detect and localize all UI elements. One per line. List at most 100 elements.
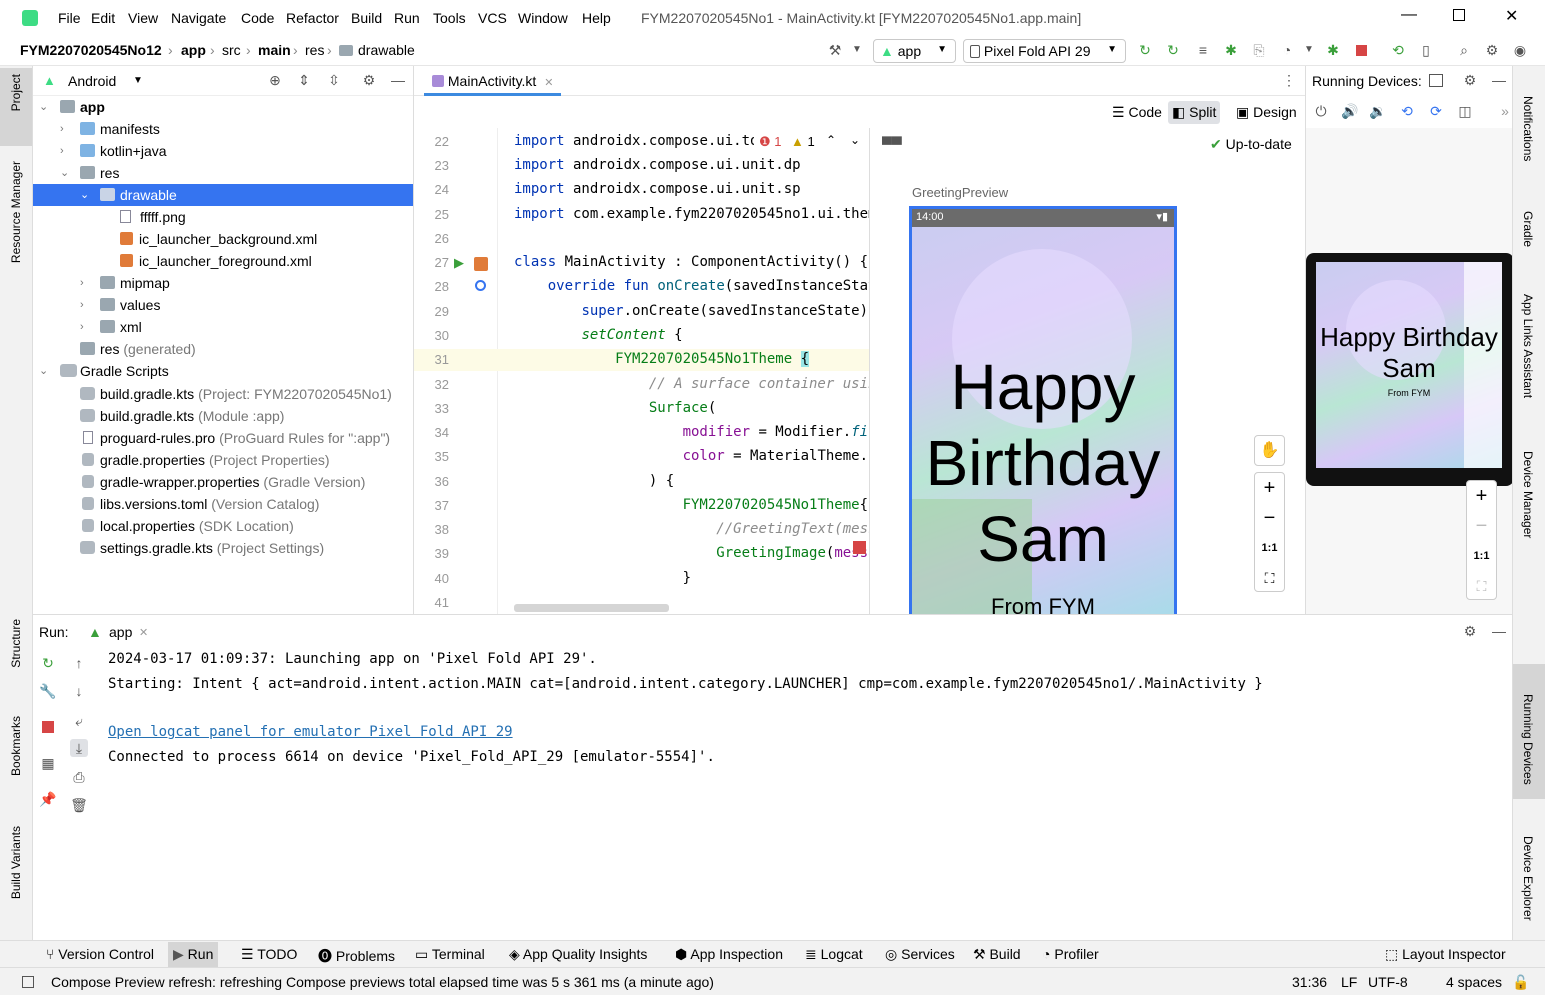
- tree-item[interactable]: libs.versions.toml (Version Catalog): [33, 493, 413, 515]
- tab-device-manager[interactable]: Device Manager: [1521, 451, 1535, 538]
- tree-item[interactable]: settings.gradle.kts (Project Settings): [33, 537, 413, 559]
- menu-code[interactable]: Code: [241, 10, 274, 26]
- horizontal-scrollbar[interactable]: [514, 604, 669, 612]
- add-device-icon[interactable]: [1429, 74, 1443, 87]
- rerun-icon[interactable]: ↻: [39, 654, 57, 672]
- split-view-button[interactable]: ◧ Split: [1168, 101, 1221, 124]
- sync-gradle-icon[interactable]: ⟲: [1389, 41, 1407, 59]
- account-icon[interactable]: ◉: [1511, 41, 1529, 59]
- hide-icon[interactable]: —: [1490, 71, 1508, 89]
- menu-help[interactable]: Help: [582, 10, 611, 26]
- chevron-down-icon[interactable]: ▼: [133, 75, 143, 86]
- menu-tools[interactable]: Tools: [433, 10, 466, 26]
- expand-all-icon[interactable]: ⇕: [295, 71, 313, 89]
- tab-app-inspection[interactable]: ⬢ App Inspection: [675, 946, 783, 963]
- tab-app-links-assistant[interactable]: App Links Assistant: [1521, 294, 1535, 398]
- power-icon[interactable]: ⏻: [1312, 102, 1330, 120]
- tree-item[interactable]: proguard-rules.pro (ProGuard Rules for "…: [33, 427, 413, 449]
- tab-gradle[interactable]: Gradle: [1521, 211, 1535, 247]
- breadcrumb-res[interactable]: res: [305, 42, 324, 58]
- tree-item[interactable]: ⌄ Gradle Scripts: [33, 360, 413, 382]
- tab-device-explorer[interactable]: Device Explorer: [1521, 836, 1535, 921]
- tab-version-control[interactable]: ⑂ Version Control: [46, 946, 154, 962]
- preview-device[interactable]: 14:00 ▾▮ Happy Birthday Sam From FYM: [909, 206, 1177, 614]
- tab-project[interactable]: Project: [9, 74, 23, 111]
- hide-icon[interactable]: —: [389, 71, 407, 89]
- menu-run[interactable]: Run: [394, 10, 420, 26]
- hide-icon[interactable]: —: [1490, 622, 1508, 640]
- menu-file[interactable]: File: [58, 10, 81, 26]
- tab-build[interactable]: ⚒ Build: [973, 946, 1021, 963]
- device-select[interactable]: Pixel Fold API 29 ▼: [963, 39, 1126, 63]
- tab-todo[interactable]: ☰ TODO: [241, 946, 297, 963]
- locate-icon[interactable]: ⊕: [266, 71, 284, 89]
- rotate-right-icon[interactable]: ⟳: [1427, 102, 1445, 120]
- zoom-in-icon[interactable]: +: [1467, 481, 1496, 511]
- caret-position[interactable]: 31:36: [1292, 974, 1327, 990]
- chevron-down-icon[interactable]: ▼: [848, 41, 866, 59]
- tree-item[interactable]: build.gradle.kts (Project: FYM2207020545…: [33, 383, 413, 405]
- error-count[interactable]: ❶ 1: [759, 134, 782, 150]
- menu-window[interactable]: Window: [518, 10, 568, 26]
- tab-layout-inspector[interactable]: ⬚ Layout Inspector: [1385, 946, 1506, 963]
- settings-icon[interactable]: ⚙: [1483, 41, 1501, 59]
- attach-icon[interactable]: ⎘: [1250, 41, 1268, 59]
- tab-mainactivity[interactable]: MainActivity.kt ✕: [424, 66, 562, 96]
- breadcrumb-src[interactable]: src: [222, 42, 241, 58]
- tree-item[interactable]: res (generated): [33, 338, 413, 360]
- emulator-screen[interactable]: Happy Birthday Sam From FYM: [1316, 262, 1502, 468]
- profile-icon[interactable]: ◔: [1278, 41, 1296, 59]
- tree-item[interactable]: fffff.png: [33, 206, 413, 228]
- scroll-to-end-icon[interactable]: ⤓: [70, 739, 88, 757]
- design-view-button[interactable]: ▣ Design: [1232, 101, 1301, 124]
- tab-build-variants[interactable]: Build Variants: [9, 826, 23, 899]
- file-encoding[interactable]: UTF-8: [1368, 974, 1408, 990]
- settings-icon[interactable]: ⚙: [1461, 71, 1479, 89]
- compose-preview-gutter-icon[interactable]: [474, 257, 488, 271]
- next-highlight-icon[interactable]: ⌄: [850, 133, 860, 147]
- tree-item[interactable]: › mipmap: [33, 272, 413, 294]
- override-gutter-icon[interactable]: [475, 280, 486, 291]
- breadcrumb-drawable[interactable]: drawable: [358, 42, 415, 58]
- tree-item[interactable]: ic_launcher_foreground.xml: [33, 250, 413, 272]
- error-marker[interactable]: [853, 541, 866, 554]
- volume-up-icon[interactable]: 🔊: [1341, 102, 1359, 120]
- menu-view[interactable]: View: [128, 10, 158, 26]
- tab-terminal[interactable]: ▭ Terminal: [415, 946, 485, 963]
- tab-problems[interactable]: ⓿ Problems: [318, 946, 395, 966]
- breadcrumb-main[interactable]: main: [258, 42, 291, 58]
- close-tab-icon[interactable]: ✕: [544, 77, 553, 89]
- menu-build[interactable]: Build: [351, 10, 382, 26]
- tree-item[interactable]: › manifests: [33, 118, 413, 140]
- tab-resource-manager[interactable]: Resource Manager: [9, 161, 23, 263]
- tree-item[interactable]: ⌄ app: [33, 96, 413, 118]
- close-icon[interactable]: ✕: [1505, 6, 1518, 26]
- up-icon[interactable]: ↑: [70, 654, 88, 672]
- device-manager-icon[interactable]: ▯: [1417, 41, 1435, 59]
- tree-item[interactable]: gradle.properties (Project Properties): [33, 449, 413, 471]
- run-gutter-icon[interactable]: ▶: [454, 255, 464, 271]
- tree-item-selected[interactable]: ⌄ drawable: [33, 184, 413, 206]
- zoom-fit-icon[interactable]: ⛶: [1467, 571, 1496, 601]
- zoom-in-icon[interactable]: +: [1255, 473, 1284, 503]
- warning-count[interactable]: ▲ 1: [791, 134, 815, 149]
- tree-item[interactable]: build.gradle.kts (Module :app): [33, 405, 413, 427]
- tree-item[interactable]: ⌄ res: [33, 162, 413, 184]
- code-view-button[interactable]: ☰ Code: [1108, 101, 1166, 124]
- indent-setting[interactable]: 4 spaces: [1446, 974, 1502, 990]
- tree-item[interactable]: local.properties (SDK Location): [33, 515, 413, 537]
- status-message[interactable]: Compose Preview refresh: refreshing Comp…: [51, 974, 714, 990]
- tree-item[interactable]: › xml: [33, 316, 413, 338]
- stop-icon[interactable]: [42, 721, 54, 733]
- menu-navigate[interactable]: Navigate: [171, 10, 226, 26]
- hammer-icon[interactable]: ⚒: [826, 41, 844, 59]
- logcat-link[interactable]: Open logcat panel for emulator Pixel Fol…: [108, 724, 513, 740]
- tree-item[interactable]: › values: [33, 294, 413, 316]
- tab-profiler[interactable]: ◔ Profiler: [1042, 946, 1099, 962]
- pan-icon[interactable]: ✋: [1254, 435, 1285, 466]
- tab-running-devices[interactable]: Running Devices: [1521, 694, 1535, 785]
- stop-icon[interactable]: [1356, 45, 1367, 56]
- wrench-icon[interactable]: 🔧: [39, 682, 57, 700]
- toggle-tool-windows-icon[interactable]: [22, 976, 34, 988]
- breadcrumb-app[interactable]: app: [181, 42, 206, 58]
